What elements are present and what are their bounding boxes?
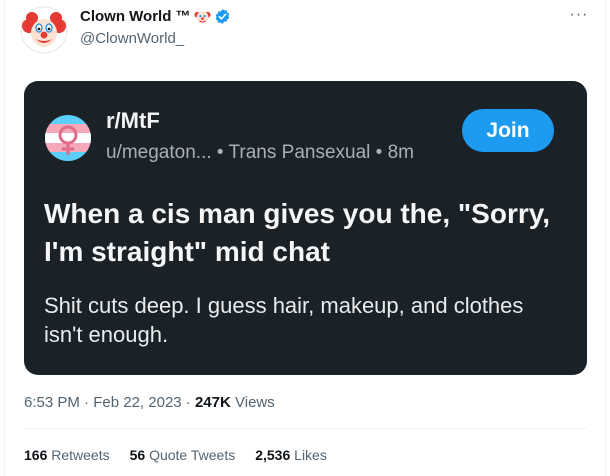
embedded-image-card[interactable]: r/MtF u/megaton... • Trans Pansexual • 8…	[24, 81, 587, 375]
trans-symbol-icon	[45, 115, 91, 161]
author-name-text: Clown World ™	[80, 8, 191, 25]
author-display-name[interactable]: Clown World ™	[80, 8, 231, 25]
tweet-time-link[interactable]: 6:53 PM · Feb 22, 2023	[24, 394, 182, 411]
subreddit-name: r/MtF	[106, 108, 160, 133]
likes-stat[interactable]: 2,536 Likes	[255, 447, 327, 463]
clown-avatar[interactable]	[20, 6, 68, 54]
meta-separator: •	[216, 142, 224, 163]
trans-flag-logo	[45, 115, 91, 161]
join-button: Join	[462, 109, 554, 152]
engagement-stats: 166 Retweets 56 Quote Tweets 2,536 Likes	[24, 447, 327, 463]
author-handle[interactable]: @ClownWorld_	[80, 30, 184, 47]
clown-face-icon	[20, 6, 68, 54]
retweets-stat[interactable]: 166 Retweets	[24, 447, 110, 463]
views-label: Views	[235, 394, 275, 411]
verified-badge-icon[interactable]	[214, 8, 231, 25]
post-title: When a cis man gives you the, "Sorry, I'…	[44, 198, 551, 267]
divider	[24, 428, 587, 429]
post-body: Shit cuts deep. I guess hair, makeup, an…	[44, 293, 524, 347]
quote-tweets-stat[interactable]: 56 Quote Tweets	[130, 447, 236, 463]
views-count: 247K	[194, 394, 231, 411]
clown-emoji-icon	[193, 11, 211, 24]
post-meta: u/megaton... • Trans Pansexual • 8m	[106, 142, 414, 164]
timestamp-dot: ·	[185, 394, 191, 411]
post-age: 8m	[387, 142, 414, 163]
tweet-timestamp: 6:53 PM · Feb 22, 2023 · 247K Views	[24, 394, 275, 411]
post-username: u/megaton...	[106, 142, 212, 163]
user-flair: Trans Pansexual	[228, 142, 371, 163]
more-options-icon[interactable]: ···	[568, 6, 590, 28]
meta-separator: •	[375, 142, 383, 163]
